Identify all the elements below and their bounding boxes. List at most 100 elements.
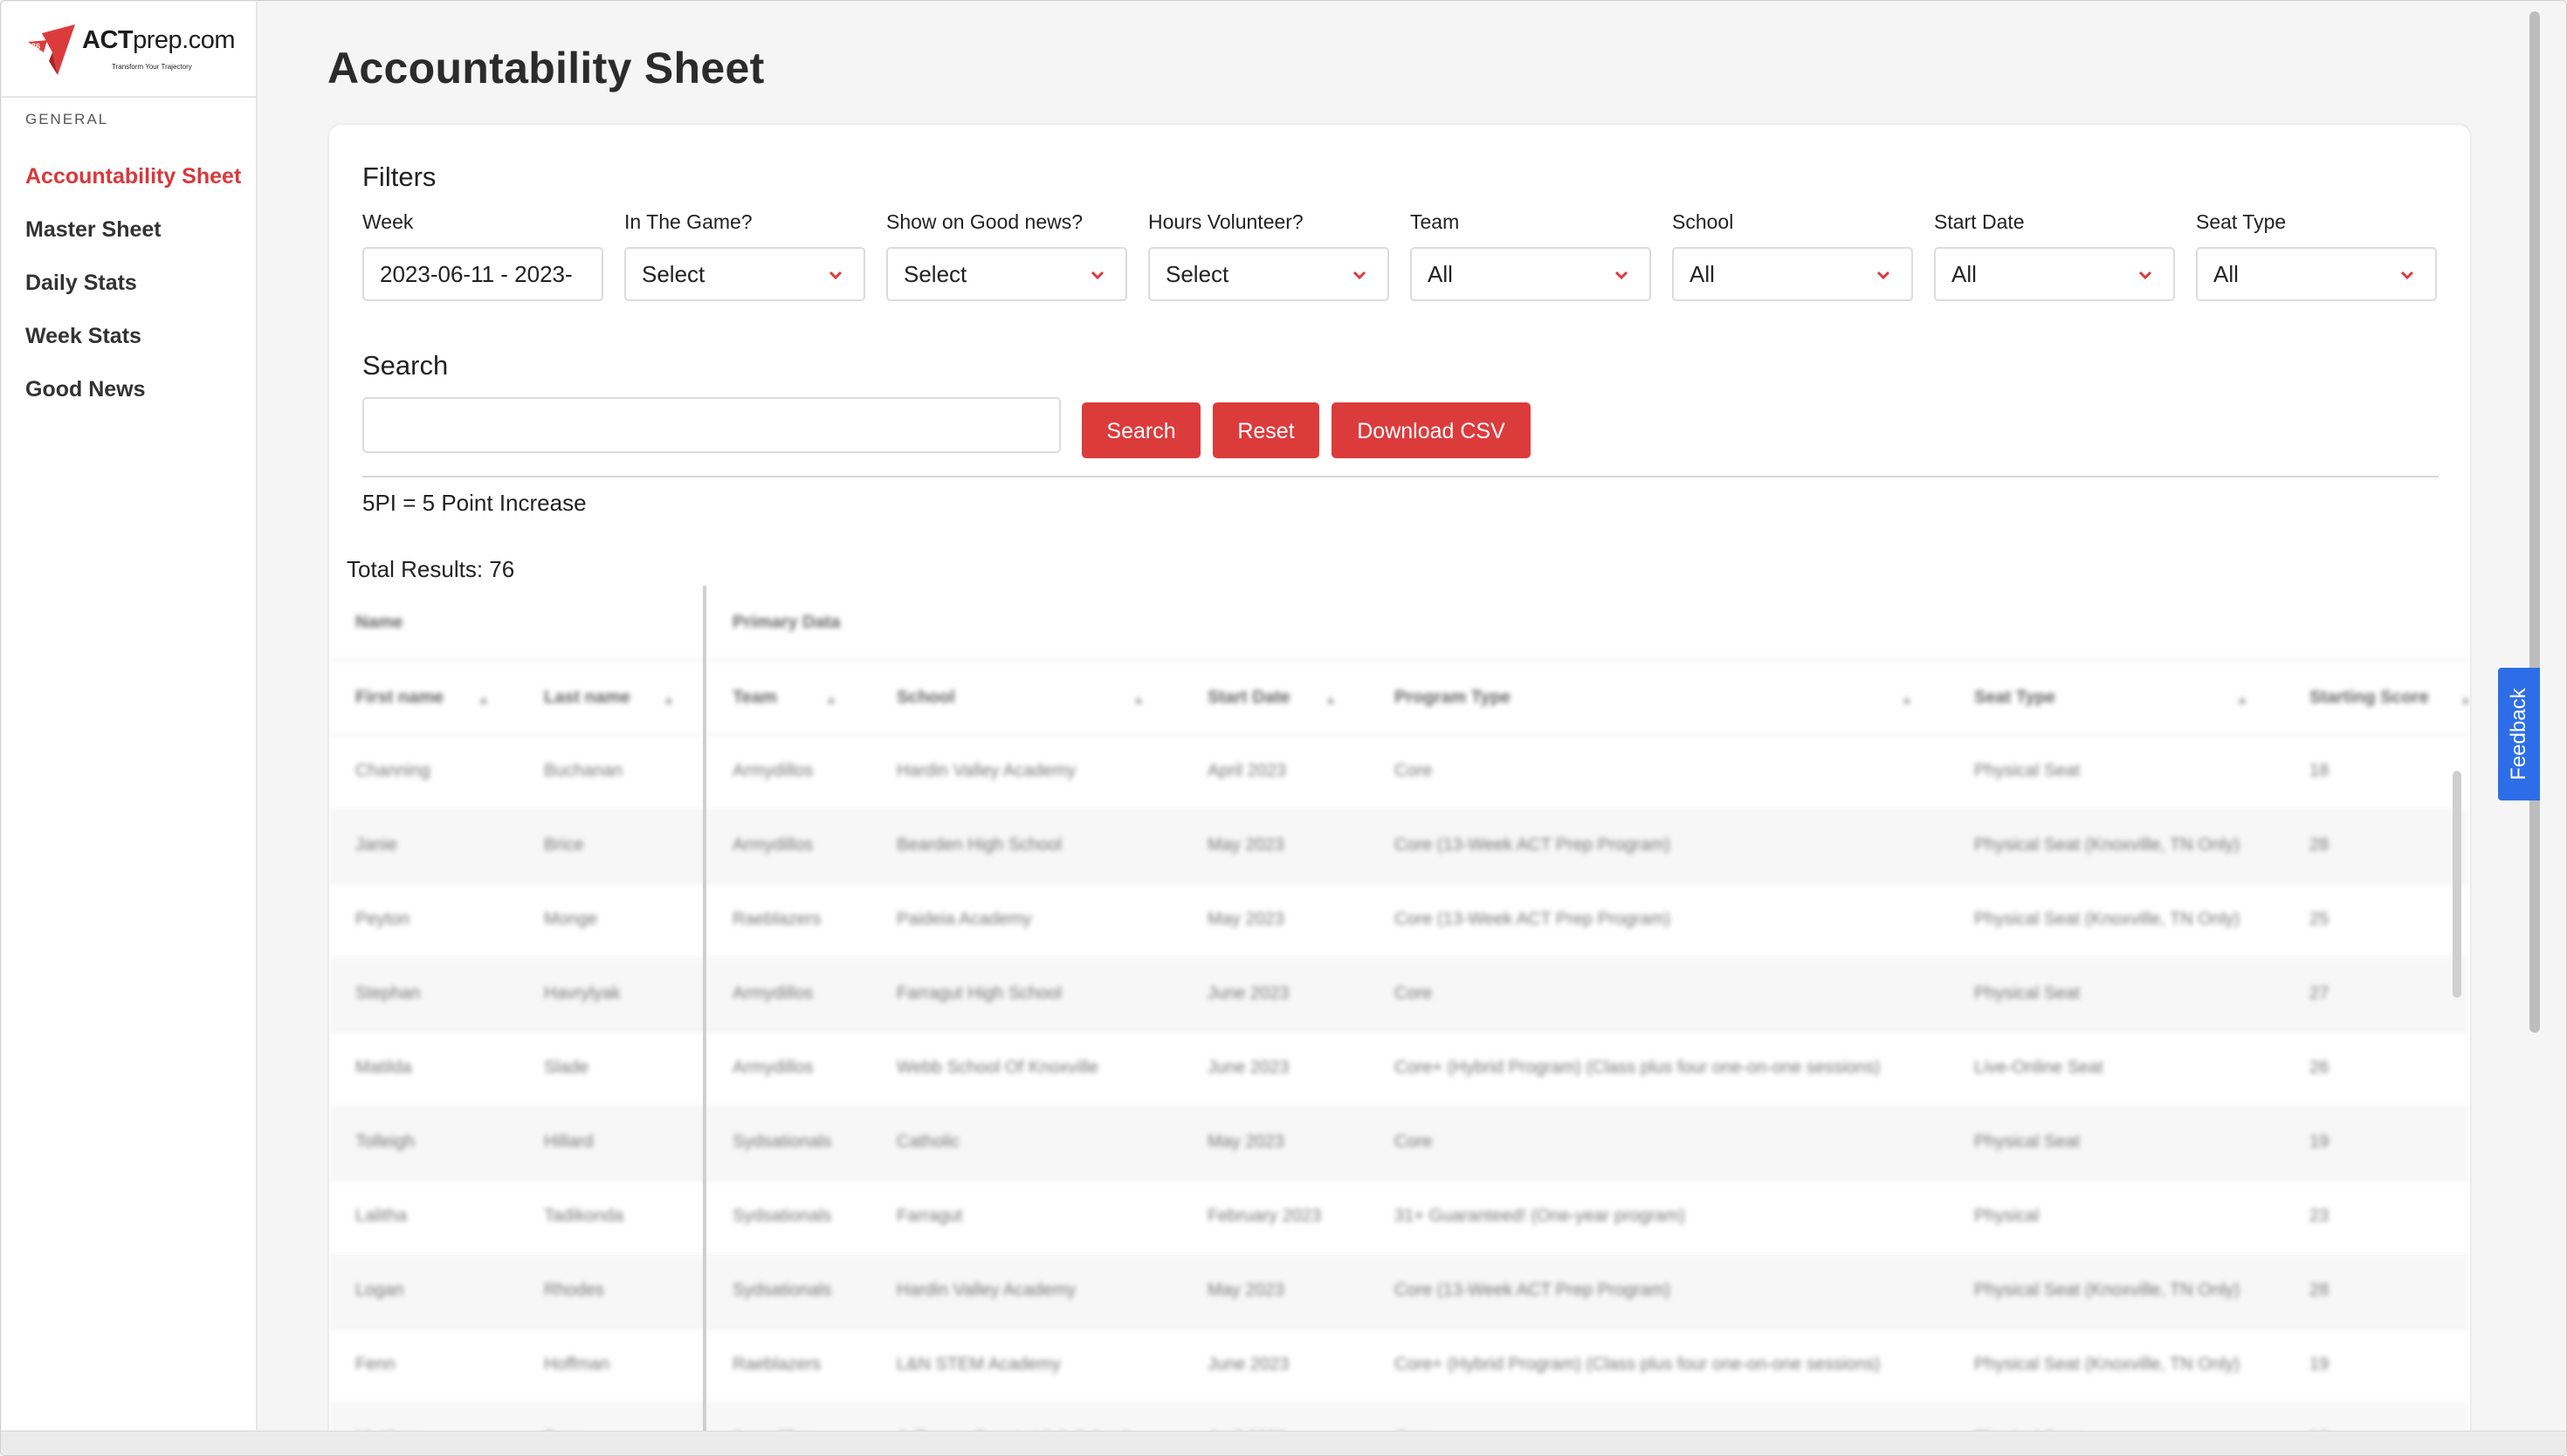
cell-program-type: 31+ Guaranteed! (One-year program): [1394, 1206, 1685, 1226]
seat-type-select[interactable]: All: [2196, 247, 2437, 301]
column-header-seat-type[interactable]: Seat Type: [1974, 661, 2055, 734]
filter-team-label: Team: [1410, 210, 1460, 233]
hours-volunteer-select[interactable]: Select: [1148, 247, 1389, 301]
cell-starting-score: 28: [2309, 835, 2330, 855]
group-header-primary: Primary Data: [733, 613, 841, 632]
sidebar-item-good-news[interactable]: Good News: [25, 376, 244, 403]
chevron-down-icon: [1091, 271, 1105, 280]
table-row[interactable]: Peyton Monge Raeblazers Paideia Academy …: [329, 883, 2470, 958]
column-header-last-name[interactable]: Last name: [544, 661, 630, 734]
sidebar-item-daily-stats[interactable]: Daily Stats: [25, 270, 244, 297]
table-row[interactable]: Fenn Hoffman Raeblazers L&N STEM Academy…: [329, 1328, 2470, 1404]
cell-school: Hardin Valley Academy: [897, 1281, 1077, 1300]
good-news-select[interactable]: Select: [886, 247, 1127, 301]
cell-last-name: Havrylyak: [544, 984, 621, 1003]
cell-first-name: Fenn: [355, 1355, 396, 1374]
column-header-program-type[interactable]: Program Type: [1394, 661, 1511, 734]
cell-seat-type: Physical: [1974, 1206, 2040, 1226]
search-button[interactable]: Search: [1082, 402, 1201, 458]
cell-start-date: June 2023: [1208, 1355, 1290, 1374]
cell-program-type: Core (13-Week ACT Prep Program): [1394, 1281, 1671, 1300]
cell-start-date: May 2023: [1208, 1281, 1284, 1300]
cell-program-type: Core+ (Hybrid Program) (Class plus four …: [1394, 1058, 1881, 1077]
sort-icon[interactable]: ▲: [663, 692, 675, 706]
cell-first-name: Lalitha: [355, 1206, 407, 1226]
column-header-team[interactable]: Team: [733, 661, 777, 734]
cell-last-name: Buchanan: [544, 761, 623, 780]
hours-volunteer-value: Select: [1166, 261, 1229, 287]
cell-starting-score: 19: [2309, 1355, 2330, 1374]
team-select[interactable]: All: [1410, 247, 1651, 301]
filter-hours-volunteer-label: Hours Volunteer?: [1148, 210, 1304, 233]
week-input[interactable]: 2023-06-11 - 2023-: [362, 247, 603, 301]
cell-seat-type: Physical Seat (Knoxville, TN Only): [1974, 1355, 2240, 1374]
cell-team: Sydsationals: [733, 1281, 832, 1300]
filter-week-label: Week: [362, 210, 414, 233]
filter-good-news: Show on Good news? Select: [886, 210, 1127, 301]
table-row[interactable]: Logan Rhodes Sydsationals Hardin Valley …: [329, 1253, 2470, 1329]
column-header-first-name[interactable]: First name: [355, 661, 444, 734]
column-header-school[interactable]: School: [897, 661, 955, 734]
filter-team: Team All: [1410, 210, 1651, 301]
cell-last-name: Brice: [544, 835, 584, 855]
cell-seat-type: Physical Seat: [1974, 984, 2081, 1003]
cell-team: Armydillos: [733, 1058, 814, 1077]
school-select[interactable]: All: [1672, 247, 1913, 301]
cell-team: Raeblazers: [733, 910, 822, 929]
svg-text:36: 36: [31, 42, 40, 51]
chevron-down-icon: [829, 271, 843, 280]
search-heading: Search: [362, 350, 449, 381]
chevron-down-icon: [2400, 271, 2414, 280]
table-row[interactable]: Lalitha Tadikonda Sydsationals Farragut …: [329, 1179, 2470, 1255]
reset-button[interactable]: Reset: [1213, 402, 1319, 458]
start-date-select[interactable]: All: [1934, 247, 2175, 301]
cell-start-date: June 2023: [1208, 984, 1290, 1003]
logo-icon: 36: [28, 24, 75, 75]
cell-program-type: Core: [1394, 984, 1433, 1003]
filter-seat-type: Seat Type All: [2196, 210, 2437, 301]
filter-start-date: Start Date All: [1934, 210, 2175, 301]
sidebar-item-accountability-sheet[interactable]: Accountability Sheet: [25, 163, 244, 190]
cell-school: Paideia Academy: [897, 910, 1032, 929]
cell-seat-type: Live-Online Seat: [1974, 1058, 2103, 1077]
search-input[interactable]: [362, 397, 1061, 453]
cell-program-type: Core+ (Hybrid Program) (Class plus four …: [1394, 1355, 1881, 1374]
column-header-start-date[interactable]: Start Date: [1208, 661, 1290, 734]
filter-good-news-label: Show on Good news?: [886, 210, 1084, 233]
sort-icon[interactable]: ▲: [825, 692, 837, 706]
brand-logo[interactable]: 36 ACTprep.com Transform Your Trajectory: [24, 23, 243, 77]
table-row[interactable]: Matilda Slade Armydillos Webb School Of …: [329, 1031, 2470, 1107]
sort-icon[interactable]: ▲: [478, 692, 490, 706]
page-scrollbar-thumb[interactable]: [2529, 11, 2540, 1033]
feedback-tab[interactable]: Feedback: [2498, 668, 2540, 800]
sort-icon[interactable]: ▲: [1132, 692, 1145, 706]
cell-starting-score: 23: [2309, 1206, 2330, 1226]
sidebar-item-week-stats[interactable]: Week Stats: [25, 323, 244, 350]
sort-icon[interactable]: ▲: [2460, 692, 2470, 706]
cell-last-name: Rhodes: [544, 1281, 604, 1300]
legend-note: 5PI = 5 Point Increase: [362, 490, 587, 516]
table-row[interactable]: Janie Brice Armydillos Bearden High Scho…: [329, 808, 2470, 884]
filter-school: School All: [1672, 210, 1913, 301]
table-row[interactable]: Channing Buchanan Armydillos Hardin Vall…: [329, 734, 2470, 810]
school-value: All: [1690, 261, 1715, 287]
column-header-starting-score[interactable]: Starting Score: [2309, 661, 2429, 734]
brand-tagline: Transform Your Trajectory: [112, 63, 192, 71]
table-row[interactable]: Tolleigh Hillard Sydsationals Catholic M…: [329, 1105, 2470, 1181]
seat-type-value: All: [2213, 261, 2239, 287]
sidebar-item-master-sheet[interactable]: Master Sheet: [25, 216, 244, 244]
main-content: Accountability Sheet Filters Week 2023-0…: [282, 1, 2517, 1453]
download-csv-button[interactable]: Download CSV: [1332, 402, 1531, 458]
sort-icon[interactable]: ▲: [2236, 692, 2248, 706]
sort-icon[interactable]: ▲: [1325, 692, 1337, 706]
cell-school: Webb School Of Knoxville: [897, 1058, 1098, 1077]
cell-last-name: Slade: [544, 1058, 589, 1077]
table-row[interactable]: Stephan Havrylyak Armydillos Farragut Hi…: [329, 957, 2470, 1033]
table-scrollbar[interactable]: [2453, 771, 2461, 998]
cell-seat-type: Physical Seat (Knoxville, TN Only): [1974, 910, 2240, 929]
sort-icon[interactable]: ▲: [1901, 692, 1913, 706]
sidebar: 36 ACTprep.com Transform Your Trajectory…: [2, 2, 258, 1430]
in-the-game-select[interactable]: Select: [624, 247, 865, 301]
team-value: All: [1428, 261, 1453, 287]
start-date-value: All: [1951, 261, 1977, 287]
